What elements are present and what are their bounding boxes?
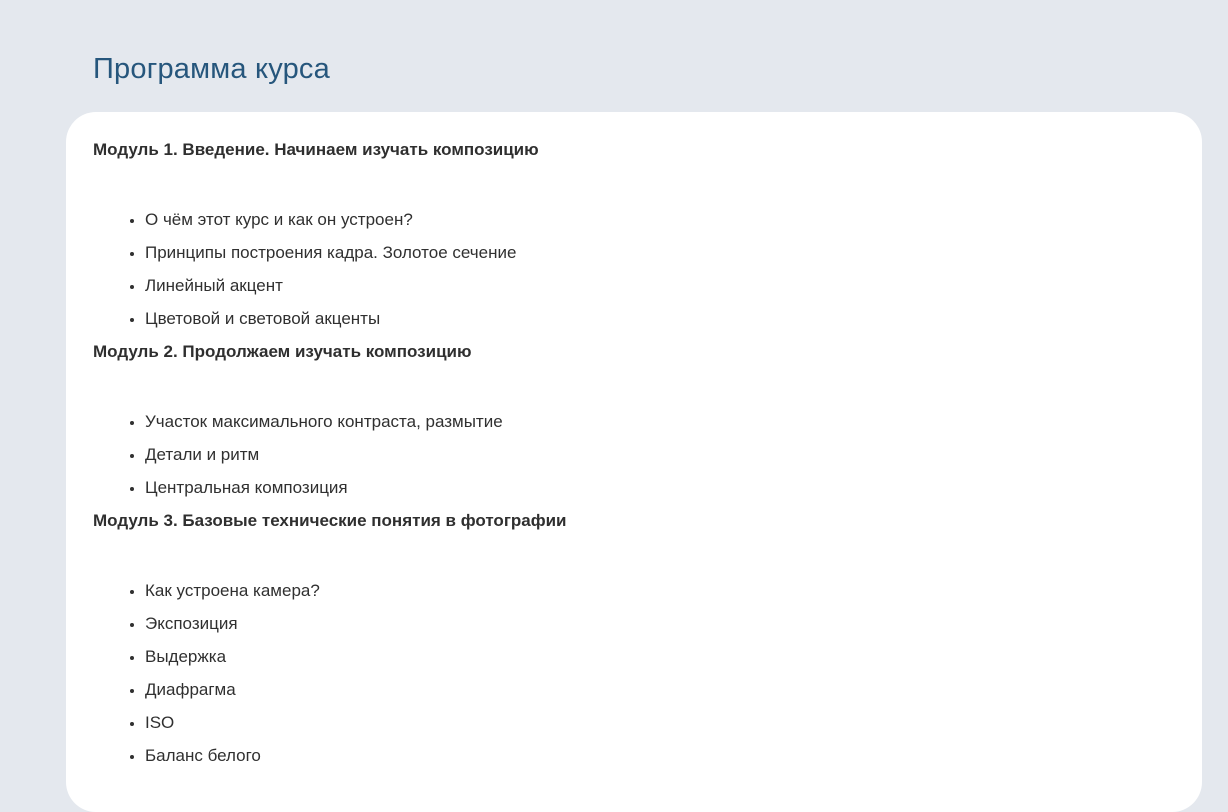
course-program-page: Программа курса Модуль 1. Введение. Начи… bbox=[0, 0, 1228, 812]
module-2-list: Участок максимального контраста, размыти… bbox=[93, 405, 1162, 504]
list-item: Детали и ритм bbox=[145, 438, 1162, 471]
list-item: Линейный акцент bbox=[145, 269, 1162, 302]
module-3-heading: Модуль 3. Базовые технические понятия в … bbox=[93, 511, 567, 530]
list-item: Экспозиция bbox=[145, 607, 1162, 640]
list-item: Принципы построения кадра. Золотое сечен… bbox=[145, 236, 1162, 269]
module-3-list: Как устроена камера? Экспозиция Выдержка… bbox=[93, 574, 1162, 772]
list-item: Как устроена камера? bbox=[145, 574, 1162, 607]
module-section-1: Модуль 1. Введение. Начинаем изучать ком… bbox=[93, 133, 1162, 335]
list-item: О чём этот курс и как он устроен? bbox=[145, 203, 1162, 236]
module-1-list: О чём этот курс и как он устроен? Принци… bbox=[93, 203, 1162, 335]
list-item: Баланс белого bbox=[145, 739, 1162, 772]
list-item: Участок максимального контраста, размыти… bbox=[145, 405, 1162, 438]
page-title: Программа курса bbox=[93, 53, 330, 85]
list-item: Диафрагма bbox=[145, 673, 1162, 706]
list-item: Цветовой и световой акценты bbox=[145, 302, 1162, 335]
list-item: ISO bbox=[145, 706, 1162, 739]
module-section-3: Модуль 3. Базовые технические понятия в … bbox=[93, 504, 1162, 772]
list-item: Выдержка bbox=[145, 640, 1162, 673]
course-program-card: Модуль 1. Введение. Начинаем изучать ком… bbox=[66, 112, 1202, 812]
module-1-heading: Модуль 1. Введение. Начинаем изучать ком… bbox=[93, 140, 539, 159]
module-2-heading: Модуль 2. Продолжаем изучать композицию bbox=[93, 342, 472, 361]
list-item: Центральная композиция bbox=[145, 471, 1162, 504]
module-section-2: Модуль 2. Продолжаем изучать композицию … bbox=[93, 335, 1162, 504]
